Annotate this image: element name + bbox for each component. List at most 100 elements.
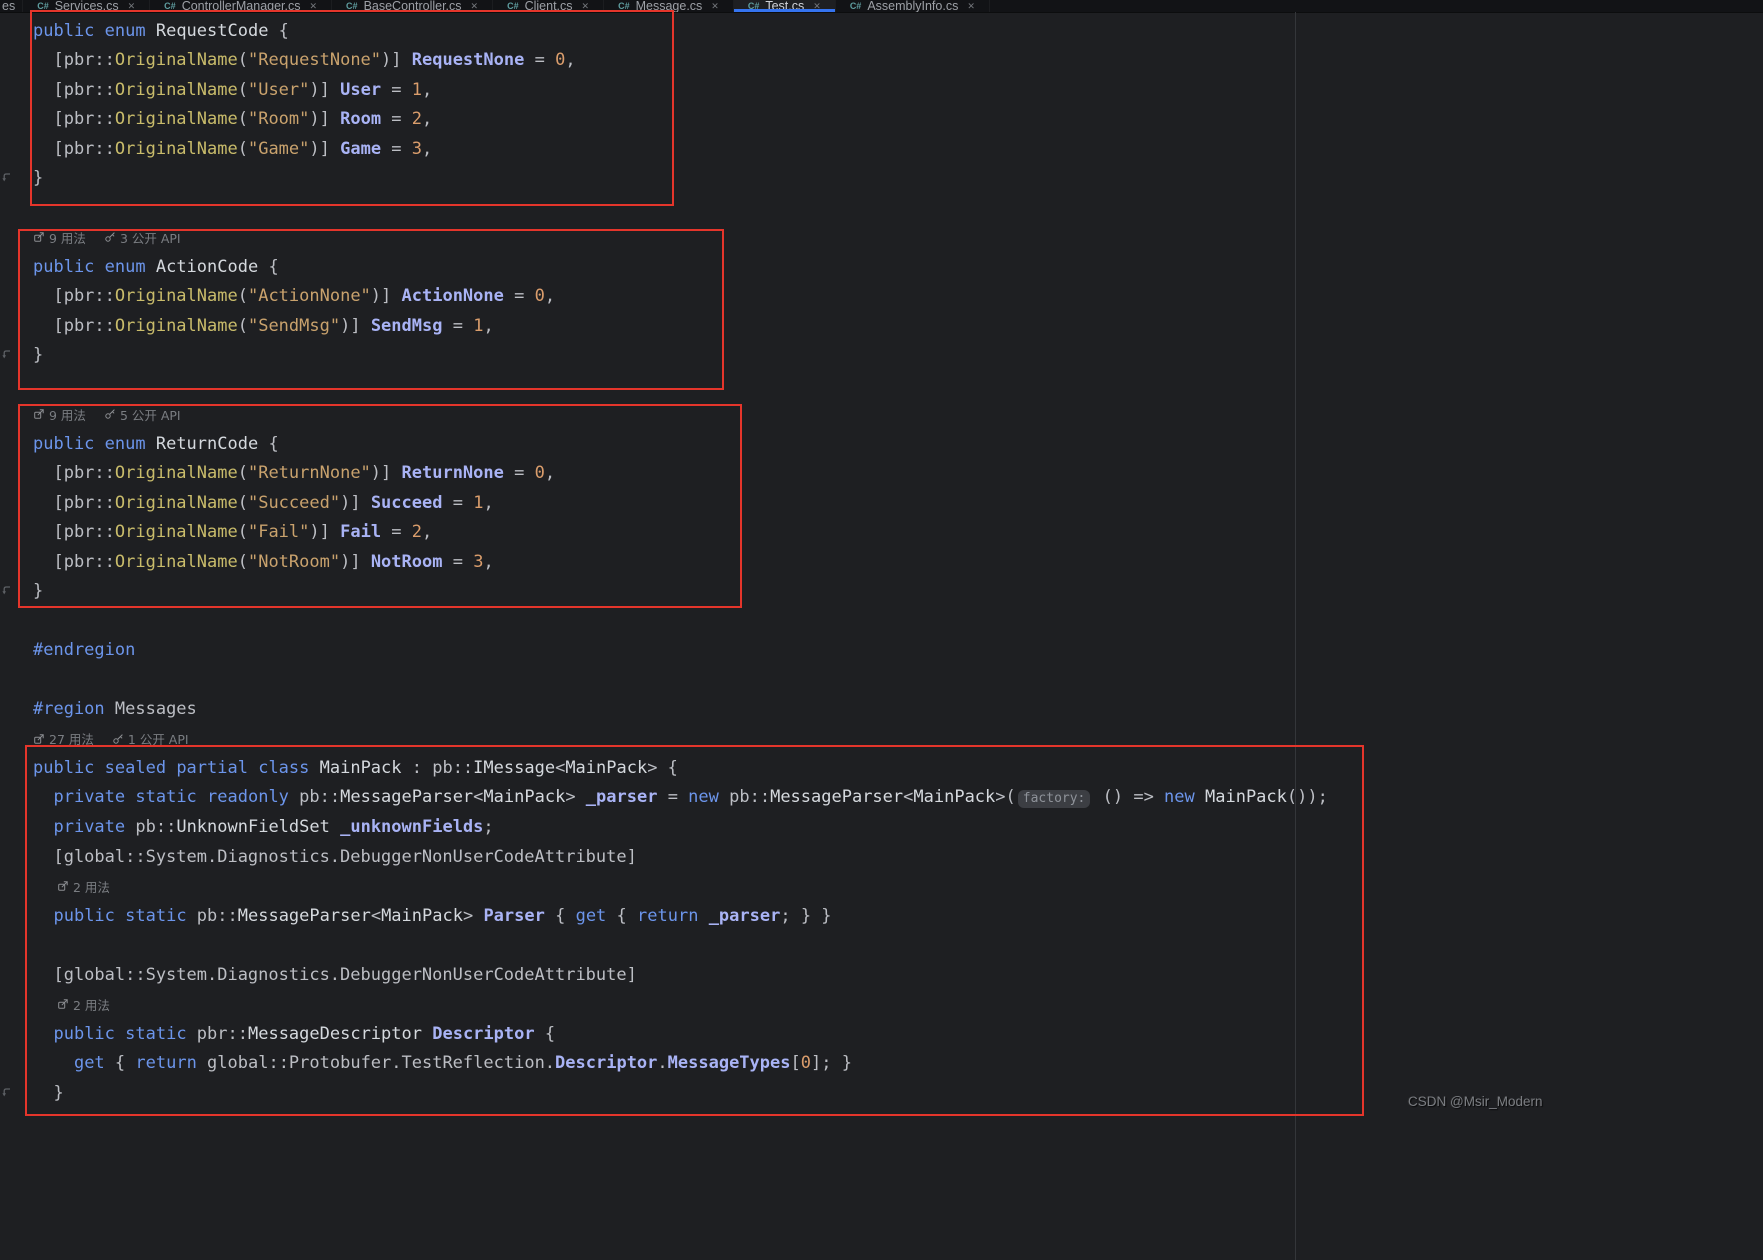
code-token: { xyxy=(544,905,576,926)
code-line: [pbr::OriginalName("ActionNone")] Action… xyxy=(0,282,1763,312)
code-token: = xyxy=(657,787,689,808)
code-token: , xyxy=(483,492,494,513)
code-token: MessageTypes xyxy=(667,1053,791,1074)
tab-test-cs[interactable]: C# Test.cs ✕ xyxy=(733,0,836,12)
code-token: MainPack xyxy=(913,787,996,808)
csharp-file-icon: C# xyxy=(507,1,519,11)
code-token: ( xyxy=(237,138,248,159)
code-token: OriginalName xyxy=(114,138,238,159)
api-icon xyxy=(104,231,116,243)
code-vision-text: 1 公开 API xyxy=(127,732,189,748)
code-token: ( xyxy=(237,492,248,513)
code-text: #region Messages xyxy=(33,699,197,719)
code-token: "Succeed" xyxy=(247,492,341,513)
csdn-watermark: CSDN @Msir_Modern xyxy=(1408,1094,1543,1109)
code-token: )] xyxy=(370,463,402,484)
code-token: 0 xyxy=(800,1053,811,1074)
code-text: } xyxy=(33,1082,64,1103)
code-vision-usages[interactable]: 27 用法 xyxy=(33,729,94,748)
tab-close-icon[interactable]: ✕ xyxy=(813,1,821,12)
code-token: [pbr:: xyxy=(33,522,115,543)
code-token: pb:: xyxy=(729,787,771,808)
gutter-fold-icon[interactable] xyxy=(1,1083,12,1103)
code-line: public static pb::MessageParser<MainPack… xyxy=(0,901,1763,931)
code-line: [pbr::OriginalName("NotRoom")] NotRoom =… xyxy=(0,547,1763,577)
tab-basecontroller-cs[interactable]: C# BaseController.cs ✕ xyxy=(332,0,494,12)
tab-controllermanager-cs[interactable]: C# ControllerManager.cs ✕ xyxy=(150,0,333,12)
code-token: ( xyxy=(237,463,248,484)
code-token: > xyxy=(565,787,586,808)
code-token: )] xyxy=(340,492,371,513)
code-token: } xyxy=(33,581,44,602)
code-vision-line: 27 用法 1 公开 API xyxy=(0,724,1763,754)
code-token: ( xyxy=(237,551,248,572)
tab-close-icon[interactable]: ✕ xyxy=(711,1,719,12)
code-editor[interactable]: public enum RequestCode { [pbr::Original… xyxy=(0,12,1763,1260)
code-token: public xyxy=(33,20,105,41)
code-token: ()); xyxy=(1286,787,1328,808)
code-token: pb:: xyxy=(135,817,177,838)
code-vision-usages[interactable]: 2 用法 xyxy=(57,995,110,1014)
tab-close-icon[interactable]: ✕ xyxy=(582,1,590,12)
code-token: 2 xyxy=(411,522,423,543)
code-line: [pbr::OriginalName("Fail")] Fail = 2, xyxy=(0,518,1763,548)
tab-message-cs[interactable]: C# Message.cs ✕ xyxy=(604,0,734,12)
code-token: static xyxy=(135,787,208,808)
code-token: MessageParser xyxy=(770,787,904,808)
code-token: Room xyxy=(340,109,382,130)
code-text: [pbr::OriginalName("Fail")] Fail = 2, xyxy=(33,522,432,542)
code-vision-usages[interactable]: 9 用法 xyxy=(33,405,86,424)
code-line: [pbr::OriginalName("SendMsg")] SendMsg =… xyxy=(0,311,1763,341)
code-token: IMessage xyxy=(473,758,556,779)
code-vision-api[interactable]: 1 公开 API xyxy=(112,729,189,748)
code-token: { xyxy=(258,256,279,277)
code-token: } xyxy=(33,1082,64,1103)
code-token: [pbr:: xyxy=(33,79,115,100)
tab-close-icon[interactable]: ✕ xyxy=(128,1,136,12)
code-vision-usages[interactable]: 9 用法 xyxy=(33,228,86,247)
code-token: ( xyxy=(237,109,248,130)
code-vision-api[interactable]: 5 公开 API xyxy=(104,405,181,424)
code-token: ; } } xyxy=(780,905,832,926)
code-token: [pbr:: xyxy=(33,138,115,159)
code-token: , xyxy=(544,286,556,307)
code-vision-api[interactable]: 3 公开 API xyxy=(104,228,181,247)
code-vision-text: 5 公开 API xyxy=(119,407,181,423)
code-vision-usages[interactable]: 2 用法 xyxy=(57,877,110,896)
code-token: = xyxy=(524,50,556,71)
code-token: Fail xyxy=(340,522,382,543)
code-token: Succeed xyxy=(370,492,443,513)
code-line: get { return global::Protobufer.TestRefl… xyxy=(0,1049,1763,1079)
tab-close-icon[interactable]: ✕ xyxy=(471,1,479,12)
tab-close-icon[interactable]: ✕ xyxy=(310,1,318,12)
code-token: get xyxy=(73,1053,105,1074)
gutter-fold-icon[interactable] xyxy=(1,345,12,365)
code-token: ( xyxy=(237,522,248,543)
tab-fragment[interactable]: es xyxy=(0,0,24,12)
code-line: [pbr::OriginalName("Room")] Room = 2, xyxy=(0,105,1763,135)
tab-assemblyinfo-cs[interactable]: C# AssemblyInfo.cs ✕ xyxy=(836,0,990,12)
gutter-fold-icon[interactable] xyxy=(1,581,12,601)
tab-client-cs[interactable]: C# Client.cs ✕ xyxy=(493,0,605,12)
code-token: , xyxy=(422,109,433,130)
gutter-fold-icon[interactable] xyxy=(1,168,12,188)
code-token: [pbr:: xyxy=(33,50,115,71)
tab-close-icon[interactable]: ✕ xyxy=(967,1,975,12)
code-token: "Game" xyxy=(247,138,310,159)
code-vision-text: 27 用法 xyxy=(49,732,94,748)
code-token: = xyxy=(442,315,474,336)
code-token: { xyxy=(606,905,638,926)
code-token: OriginalName xyxy=(114,79,238,100)
code-token: return xyxy=(637,905,699,926)
code-token: ( xyxy=(237,50,248,71)
code-vision-line: 9 用法 3 公开 API xyxy=(0,223,1763,253)
code-token: "ReturnNone" xyxy=(247,463,371,484)
tab-services-cs[interactable]: C# Services.cs ✕ xyxy=(23,0,151,12)
screen: es C# Services.cs ✕ C# ControllerManager.cs ✕… xyxy=(0,0,1763,1260)
code-token: pb:: xyxy=(196,905,238,926)
code-token: _unknownFields xyxy=(340,817,484,838)
